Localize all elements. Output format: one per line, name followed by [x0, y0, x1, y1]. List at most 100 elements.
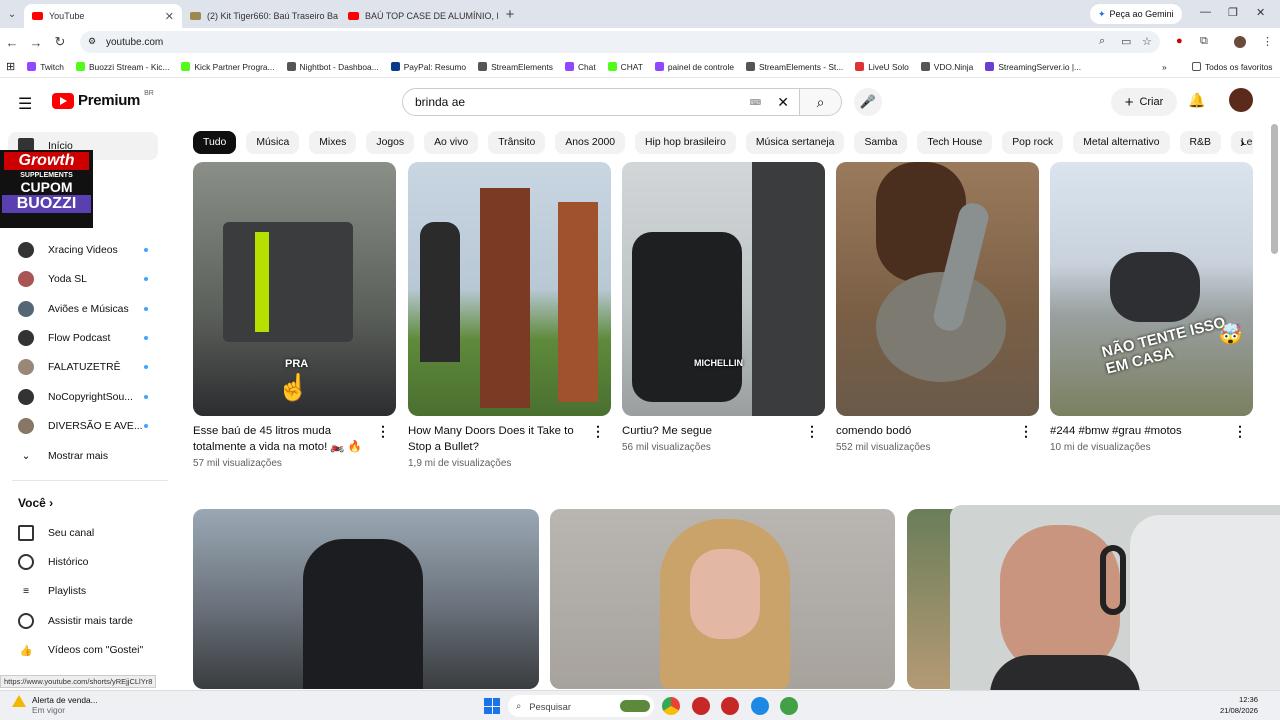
chip[interactable]: Pop rock — [1002, 131, 1064, 154]
sidebar-history[interactable]: Histórico — [8, 548, 158, 576]
video-thumbnail[interactable] — [550, 509, 895, 689]
all-favorites[interactable]: Todos os favoritos — [1186, 62, 1279, 72]
chip[interactable]: Samba — [854, 131, 908, 154]
short-thumbnail[interactable]: MICHELLIN — [622, 162, 825, 416]
chip[interactable]: Trânsito — [488, 131, 546, 154]
app-icon[interactable] — [721, 697, 739, 715]
chip[interactable]: Música sertaneja — [745, 131, 845, 154]
create-button[interactable]: + Criar — [1111, 88, 1177, 116]
bookmark-painel[interactable]: painel de controle — [649, 62, 740, 72]
sidebar-sub-yoda[interactable]: Yoda SL — [8, 265, 158, 293]
menu-hamburger-icon[interactable]: ☰ — [18, 94, 32, 114]
new-tab-button[interactable]: + — [498, 6, 522, 23]
chip[interactable]: Anos 2000 — [555, 131, 626, 154]
chip[interactable]: Jogos — [366, 131, 415, 154]
bookmark-streamingserver[interactable]: StreamingServer.io |... — [979, 62, 1087, 72]
chips-next-chevron-icon[interactable]: › — [1240, 134, 1245, 150]
cast-icon[interactable]: ▭ — [1121, 35, 1131, 48]
gemini-button[interactable]: ✦ Peça ao Gemini — [1090, 4, 1182, 24]
account-avatar[interactable] — [1229, 88, 1253, 112]
browser-tab-bau-top-case[interactable]: BAÚ TOP CASE DE ALUMÍNIO, B ✕ — [340, 4, 498, 28]
short-thumbnail[interactable] — [836, 162, 1039, 416]
stock-alert-widget[interactable]: Alerta de venda... Em vigor — [12, 695, 98, 715]
sidebar-watch-later[interactable]: Assistir mais tarde — [8, 607, 158, 635]
chip[interactable]: Tudo — [193, 131, 237, 154]
bookmark-star-icon[interactable]: ☆ — [1142, 35, 1152, 48]
zoom-icon[interactable]: ⌕ — [1099, 35, 1105, 48]
notifications-bell-icon[interactable]: 🔔 — [1188, 92, 1205, 109]
browser-tab-kit-tiger[interactable]: (2) Kit Tiger660: Baú Traseiro Ba ✕ — [182, 4, 340, 28]
short-card[interactable]: PRA ☝ Esse baú de 45 litros muda totalme… — [193, 162, 396, 469]
bookmark-vdo-ninja[interactable]: VDO.Ninja — [915, 62, 980, 72]
youtube-premium-logo[interactable]: Premium BR — [52, 90, 154, 109]
close-window-icon[interactable]: ✕ — [1256, 6, 1265, 19]
bookmark-streamelements-st[interactable]: StreamElements - St... — [740, 62, 849, 72]
sidebar-you-heading[interactable]: Você › — [18, 496, 53, 510]
chip[interactable]: Metal alternativo — [1073, 131, 1170, 154]
keyboard-icon[interactable]: ⌨ — [749, 98, 761, 107]
browser-tab-youtube[interactable]: YouTube ✕ — [24, 4, 182, 28]
forward-icon[interactable]: → — [24, 35, 48, 50]
more-bookmarks-icon[interactable]: » — [1156, 62, 1173, 72]
reload-icon[interactable]: ↻ — [48, 34, 72, 50]
sidebar-sub-nocopyright[interactable]: NoCopyrightSou... — [8, 383, 158, 411]
bookmark-paypal[interactable]: PayPal: Resumo — [385, 62, 472, 72]
profile-avatar-icon[interactable] — [1234, 36, 1246, 48]
close-tab-icon[interactable]: ✕ — [165, 10, 174, 23]
more-options-icon[interactable]: ⋮ — [1233, 423, 1247, 439]
bookmark-twitch[interactable]: Twitch — [21, 62, 70, 72]
video-thumbnail[interactable] — [193, 509, 539, 689]
chip[interactable]: Ao vivo — [424, 131, 479, 154]
sidebar-your-channel[interactable]: Seu canal — [8, 519, 158, 547]
sidebar-show-more[interactable]: ⌄ Mostrar mais — [8, 442, 158, 470]
short-card[interactable]: NÃO TENTE ISSO EM CASA 🤯 #244 #bmw #grau… — [1050, 162, 1253, 453]
taskbar-search[interactable]: ⌕ Pesquisar — [508, 695, 654, 717]
bookmark-buozzi-stream[interactable]: Buozzi Stream - Kic... — [70, 62, 176, 72]
sidebar-sub-avioes[interactable]: Aviões e Músicas — [8, 295, 158, 323]
bookmark-chat[interactable]: Chat — [559, 62, 602, 72]
short-thumbnail[interactable]: NÃO TENTE ISSO EM CASA 🤯 — [1050, 162, 1253, 416]
site-info-icon[interactable]: ⚙ — [88, 36, 96, 47]
app-icon[interactable] — [692, 697, 710, 715]
restore-icon[interactable]: ❐ — [1228, 6, 1238, 19]
back-icon[interactable]: ← — [0, 35, 24, 50]
more-options-icon[interactable]: ⋮ — [1019, 423, 1033, 439]
app-icon[interactable] — [751, 697, 769, 715]
sidebar-playlists[interactable]: ≡ Playlists — [8, 577, 158, 605]
bookmark-kick-partner[interactable]: Kick Partner Progra... — [175, 62, 280, 72]
more-options-icon[interactable]: ⋮ — [376, 423, 390, 439]
apps-grid-icon[interactable]: ⊞ — [0, 60, 21, 73]
sidebar-sub-xracing[interactable]: Xracing Videos — [8, 236, 158, 264]
search-input[interactable]: brinda ae ⌨ ✕ — [402, 88, 800, 116]
app-icon[interactable] — [780, 697, 798, 715]
voice-search-button[interactable]: 🎤 — [854, 88, 882, 116]
sidebar-sub-diversao[interactable]: DIVERSÃO E AVE... — [8, 412, 158, 440]
sidebar-sub-flow[interactable]: Flow Podcast — [8, 324, 158, 352]
windows-start-icon[interactable] — [484, 698, 500, 714]
browser-menu-icon[interactable]: ⋮ — [1262, 35, 1273, 48]
extension-icon[interactable]: ● — [1176, 35, 1183, 47]
chip[interactable]: R&B — [1179, 131, 1221, 154]
short-thumbnail[interactable]: PRA ☝ — [193, 162, 396, 416]
short-card[interactable]: MICHELLIN Curtiu? Me segue ⋮ 56 mil visua… — [622, 162, 825, 453]
page-scrollbar[interactable] — [1271, 124, 1278, 254]
bookmark-streamelements[interactable]: StreamElements — [472, 62, 559, 72]
sidebar-sub-falatuzetre[interactable]: FALATUZETRÊ — [8, 353, 158, 381]
short-thumbnail[interactable] — [408, 162, 611, 416]
more-options-icon[interactable]: ⋮ — [805, 423, 819, 439]
bookmark-liveu[interactable]: LiveU Solo — [849, 62, 915, 72]
short-card[interactable]: comendo bodó ⋮ 552 mil visualizações — [836, 162, 1039, 453]
search-button[interactable]: ⌕ — [800, 88, 842, 116]
tab-search-dropdown-icon[interactable]: ⌄ — [0, 9, 24, 20]
clear-search-icon[interactable]: ✕ — [777, 94, 789, 111]
more-options-icon[interactable]: ⋮ — [591, 423, 605, 439]
chip[interactable]: Hip hop brasileiro — [635, 131, 736, 154]
chip[interactable]: Tech House — [917, 131, 993, 154]
chip[interactable]: Música — [246, 131, 300, 154]
chip[interactable]: Mixes — [309, 131, 357, 154]
short-card[interactable]: How Many Doors Does it Take to Stop a Bu… — [408, 162, 611, 469]
sidebar-liked-videos[interactable]: 👍 Vídeos com "Gostei" — [8, 636, 158, 664]
system-clock[interactable]: 12:36 21/08/2026 — [1220, 694, 1258, 716]
bookmark-chat-kick[interactable]: CHAT — [602, 62, 649, 72]
chrome-icon[interactable] — [662, 697, 680, 715]
